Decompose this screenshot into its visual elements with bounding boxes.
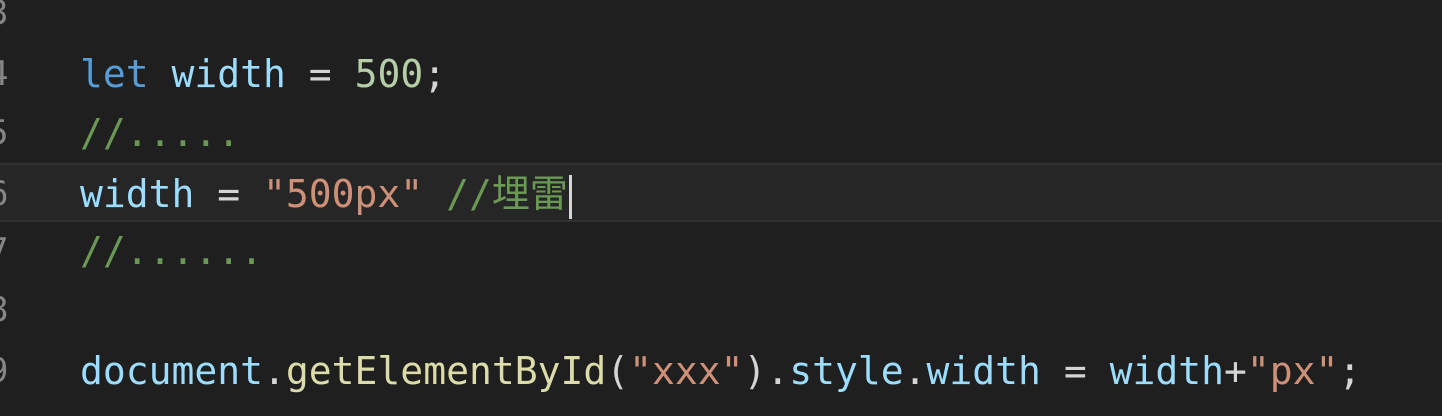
code-token-str: "px" [1246, 349, 1339, 393]
code-token-op: ( [606, 349, 630, 393]
code-token-var: width [926, 349, 1041, 393]
code-token-var: style [789, 349, 904, 393]
code-text[interactable]: document.getElementById("xxx").style.wid… [80, 342, 1361, 401]
code-text[interactable]: //..... [80, 104, 240, 163]
text-caret [568, 174, 572, 219]
code-token-str: "500px" [263, 172, 424, 216]
code-token-var: width [1109, 349, 1224, 393]
code-token-op: = [194, 172, 264, 216]
line-number: 6 [0, 165, 12, 224]
code-line[interactable]: 9document.getElementById("xxx").style.wi… [0, 342, 1442, 401]
code-line[interactable]: 4 let width = 500; [0, 45, 1442, 104]
code-token-op: ). [743, 349, 790, 393]
code-token-kw: let [80, 52, 149, 96]
code-token-op [423, 172, 446, 216]
code-token-var: document [80, 349, 264, 393]
code-token-var: width [80, 172, 195, 216]
line-number: 7 [0, 222, 12, 281]
code-token-op [149, 52, 172, 96]
code-token-fn: getElementById [285, 349, 607, 393]
line-number: 3 [0, 0, 12, 43]
line-number: 8 [0, 281, 12, 340]
line-number: 9 [0, 342, 12, 401]
code-token-var: width [171, 52, 286, 96]
line-number: 5 [0, 104, 12, 163]
code-line[interactable]: 8 [0, 281, 1442, 340]
code-token-num: 500 [354, 52, 424, 96]
line-number: 4 [0, 45, 12, 104]
code-editor[interactable]: I 34let width = 500;5//.....6width = "50… [0, 0, 1442, 416]
code-text[interactable]: //...... [80, 222, 263, 281]
code-token-op: . [263, 349, 286, 393]
code-token-op: + [1223, 349, 1247, 393]
code-line[interactable]: 5 //..... [0, 104, 1442, 163]
code-token-op: ; [423, 52, 447, 96]
code-line[interactable]: 7 //...... [0, 222, 1442, 281]
code-token-op: = [285, 52, 355, 96]
code-token-com: //埋雷 [446, 172, 568, 216]
code-token-op: . [903, 349, 927, 393]
code-token-op: ; [1338, 349, 1362, 393]
code-line-active[interactable]: 6 width = "500px" //埋雷 [0, 163, 1442, 222]
code-text[interactable]: width = "500px" //埋雷 [80, 165, 572, 224]
code-line[interactable]: 3 [0, 0, 1442, 43]
code-text[interactable]: let width = 500; [80, 45, 446, 104]
code-token-op: = [1040, 349, 1110, 393]
code-token-str: "xxx" [629, 349, 744, 393]
code-token-com: //...... [80, 229, 264, 273]
code-token-com: //..... [80, 111, 241, 155]
